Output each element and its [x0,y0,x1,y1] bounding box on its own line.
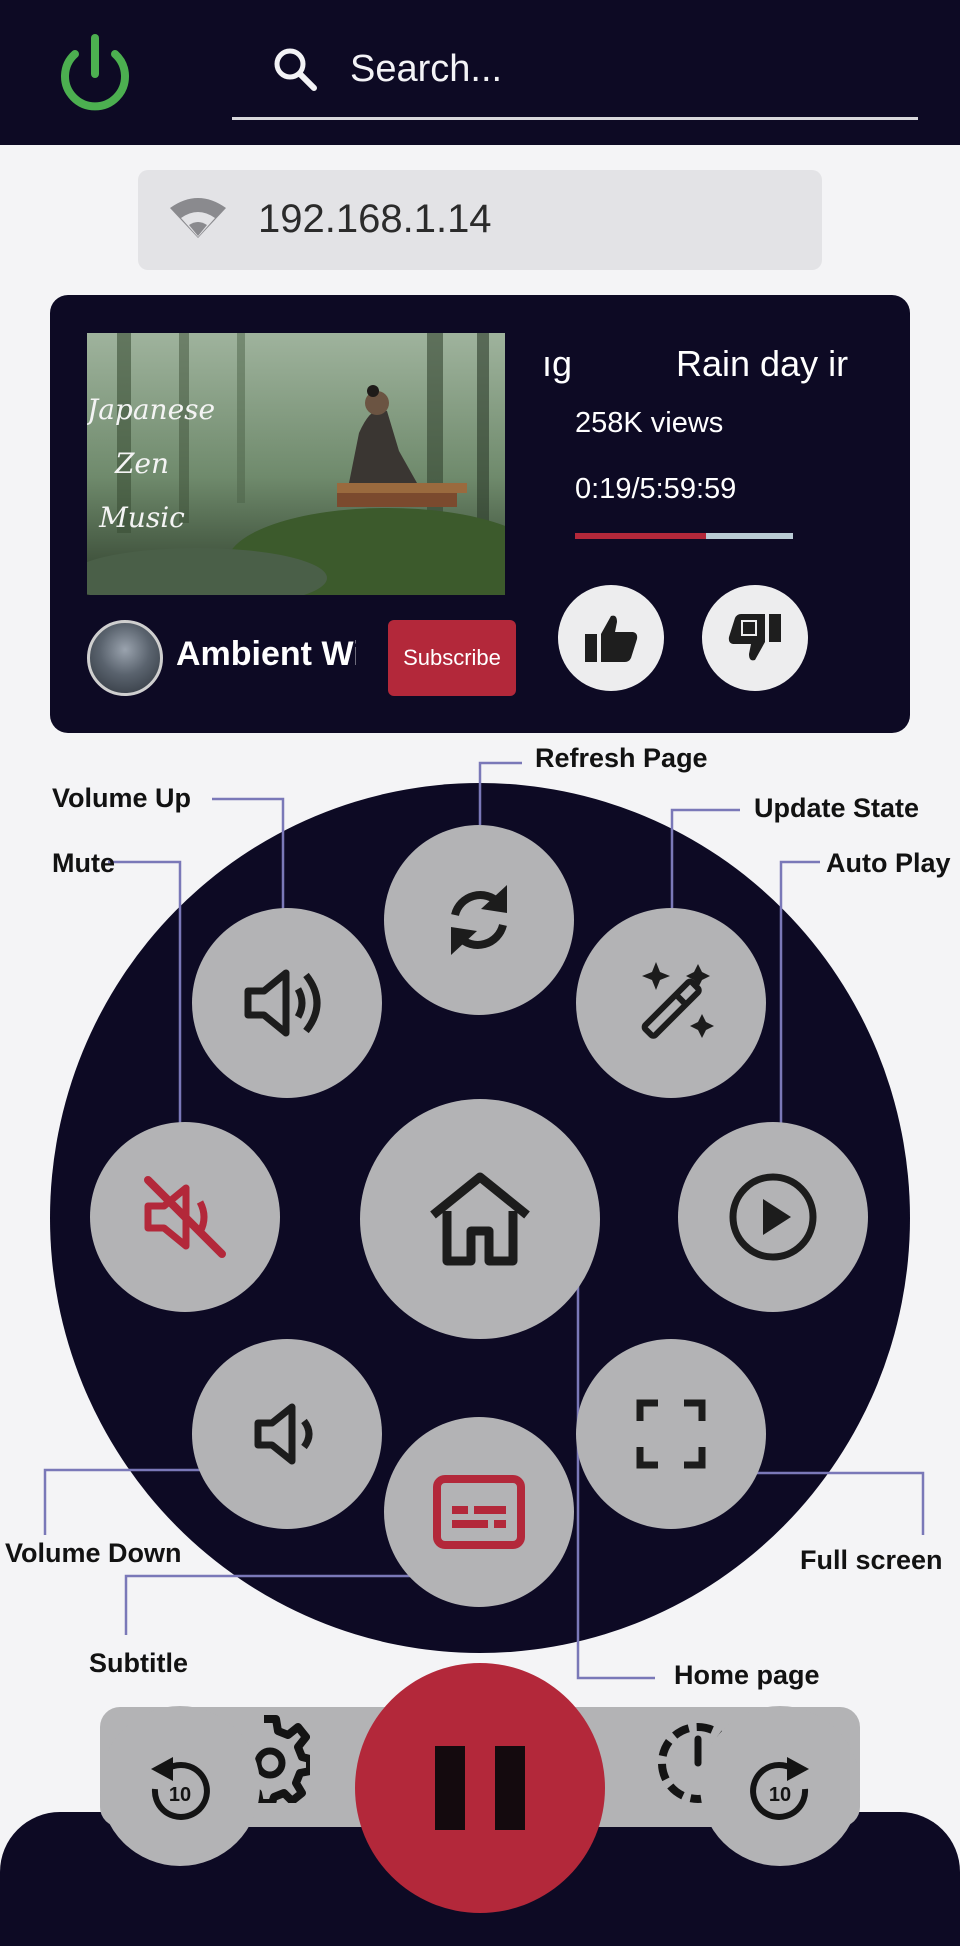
volume-up-button[interactable] [192,908,382,1098]
home-page-button[interactable] [360,1099,600,1339]
callout-update-state: Update State [754,793,920,823]
mute-button[interactable] [90,1122,280,1312]
update-state-button[interactable] [576,908,766,1098]
replay-10-icon: 10 [151,1757,210,1820]
playback-time: 0:19/5:59:59 [575,473,737,505]
mute-icon [144,1176,226,1258]
channel-name[interactable]: Ambient Wit [176,635,356,674]
callout-mute: Mute [52,848,115,878]
subtitle-button[interactable] [384,1417,574,1607]
now-playing-card: Japanese Zen Music ıg Rain day ir 258K v… [50,295,910,733]
refresh-page-button[interactable] [384,825,574,1015]
magic-wand-icon [641,962,714,1039]
volume-down-button[interactable] [192,1339,382,1529]
forward-10-button[interactable]: 10 [700,1706,860,1866]
volume-up-icon [244,969,321,1037]
ip-address-field[interactable]: 192.168.1.14 [138,170,822,270]
home-icon [430,1172,530,1266]
wifi-icon [170,198,226,238]
pause-icon [435,1746,525,1830]
thumbs-down-icon [728,614,781,661]
thumbnail-word: Japanese [87,393,216,426]
progress-bar[interactable] [575,533,793,539]
view-count: 258K views [575,407,724,439]
like-button[interactable] [558,585,664,691]
forward-seconds-label: 10 [769,1784,791,1806]
callout-auto-play: Auto Play [826,848,951,878]
avatar[interactable] [87,620,163,696]
callout-subtitle: Subtitle [89,1648,188,1678]
dislike-button[interactable] [702,585,808,691]
callout-home-page: Home page [674,1660,820,1690]
search-bar [232,30,918,120]
volume-down-icon [254,1403,313,1465]
fullscreen-icon [636,1399,706,1469]
pause-button[interactable] [355,1663,605,1913]
title-fragment-left: ıg [542,343,573,384]
search-input[interactable] [350,40,890,98]
rewind-seconds-label: 10 [169,1784,191,1806]
auto-play-button[interactable] [678,1122,868,1312]
thumbnail-word: Zen [114,447,170,480]
rewind-10-button[interactable]: 10 [100,1706,260,1866]
callout-full-screen: Full screen [800,1545,943,1575]
subtitle-icon [433,1475,525,1549]
thumbs-up-icon [585,615,638,662]
forward-10-icon: 10 [750,1757,809,1820]
subscribe-button[interactable]: Subscribe [388,620,516,696]
progress-fill [575,533,706,539]
top-bar [0,0,960,145]
play-circle-icon [729,1173,817,1261]
ip-address-text: 192.168.1.14 [258,197,492,241]
title-fragment-right: Rain day ir [676,343,849,384]
callout-volume-down: Volume Down [5,1538,182,1568]
callout-refresh-page: Refresh Page [535,743,708,773]
thumbnail-title: Japanese Zen Music [87,383,216,545]
full-screen-button[interactable] [576,1339,766,1529]
thumbnail-word: Music [99,501,185,534]
refresh-icon [451,885,507,955]
search-icon [274,48,317,91]
video-thumbnail[interactable]: Japanese Zen Music [87,333,505,595]
power-icon[interactable] [50,30,140,120]
callout-volume-up: Volume Up [52,783,192,813]
video-title: ıg Rain day ir [542,343,894,391]
